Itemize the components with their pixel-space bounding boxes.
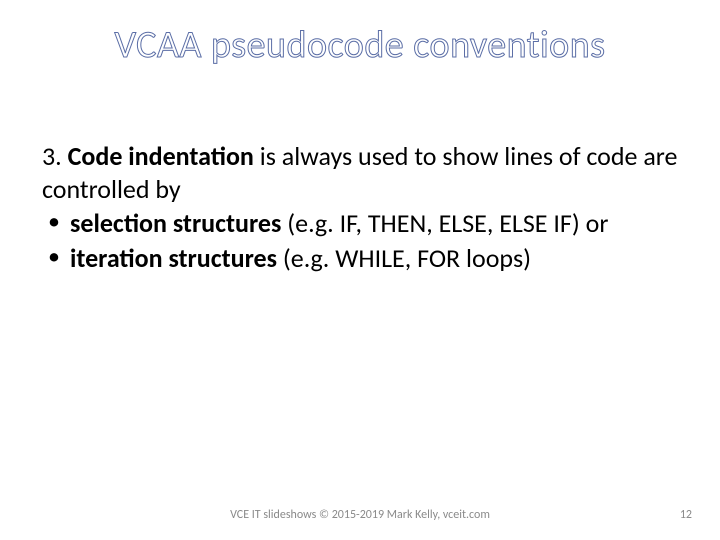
slide-footer: VCE IT slideshows © 2015-2019 Mark Kelly… (0, 508, 720, 522)
slide-body: 3. Code indentation is always used to sh… (42, 140, 678, 274)
page-number: 12 (680, 508, 692, 522)
list-item: selection structures (e.g. IF, THEN, ELS… (42, 207, 678, 240)
bullet-rest: (e.g. IF, THEN, ELSE, ELSE IF) or (281, 207, 608, 239)
bullet-rest: (e.g. WHILE, FOR loops) (277, 242, 531, 274)
bullet-list: selection structures (e.g. IF, THEN, ELS… (42, 207, 678, 274)
slide-title: VCAA pseudocode conventions (0, 0, 720, 68)
footer-text: VCE IT slideshows © 2015-2019 Mark Kelly… (0, 508, 720, 522)
list-item: iteration structures (e.g. WHILE, FOR lo… (42, 242, 678, 275)
bullet-bold: selection structures (70, 207, 281, 239)
intro-bold: Code indentation (68, 140, 254, 172)
intro-paragraph: 3. Code indentation is always used to sh… (42, 140, 678, 205)
slide: VCAA pseudocode conventions 3. Code inde… (0, 0, 720, 540)
intro-number: 3. (42, 140, 68, 172)
bullet-bold: iteration structures (70, 242, 277, 274)
